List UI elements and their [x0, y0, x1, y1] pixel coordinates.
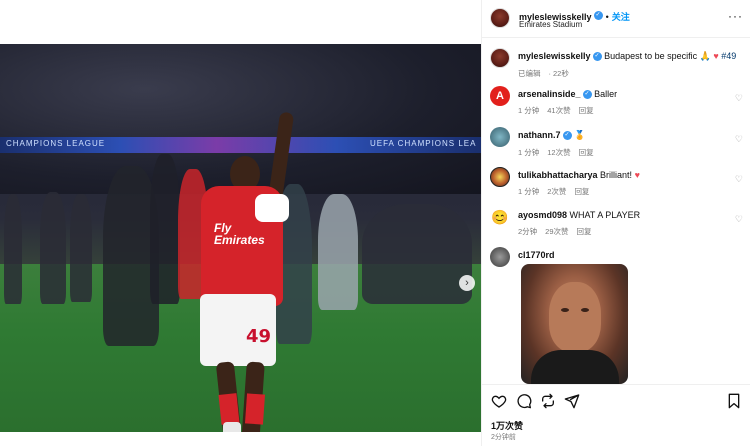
background-person — [318, 194, 358, 310]
carousel-next-button[interactable]: › — [459, 275, 475, 291]
player-sock — [244, 393, 266, 425]
repost-icon[interactable] — [540, 393, 556, 409]
comment-username[interactable]: arsenalinside_ — [518, 89, 581, 99]
comment-meta: 1 分钟 12次赞 回复 — [518, 147, 745, 158]
background-person — [4, 194, 22, 304]
comment-text: 🏅 — [574, 130, 586, 140]
comment-username[interactable]: nathann.7 — [518, 130, 561, 140]
comment-body: nathann.7 ✓ 🏅 1 分钟 12次赞 回复 — [518, 130, 745, 158]
background-person — [70, 194, 92, 302]
like-comment-icon[interactable]: ♡ — [735, 174, 743, 185]
caption-time: 22秒 — [553, 69, 569, 78]
comment-body: ayosmd098 WHAT A PLAYER 2分钟 29次赞 回复 — [518, 210, 745, 237]
reply-button[interactable]: 回复 — [574, 187, 589, 196]
likes-count[interactable]: 1万次赞 — [491, 419, 523, 432]
player-boot — [223, 422, 241, 432]
crowd-group — [362, 204, 472, 304]
comment-username[interactable]: cl1770rd — [518, 250, 555, 260]
location-link[interactable]: Emirates Stadium — [519, 20, 582, 29]
caption-meta: 已编辑 · 22秒 — [518, 68, 745, 79]
caption-username[interactable]: myleslewisskelly — [518, 51, 591, 61]
post-time: 2分钟前 — [491, 434, 516, 441]
comment-time: 1 分钟 — [518, 148, 540, 157]
like-heart-icon[interactable] — [491, 393, 507, 409]
comment-text-line: cl1770rd — [518, 250, 745, 260]
action-bar: 1万次赞 2分钟前 — [482, 384, 750, 446]
comment-body: tulikabhattacharya Brilliant! ♥ 1 分钟 2次赞回… — [518, 170, 745, 197]
commenter-avatar[interactable]: 😊 — [490, 207, 510, 227]
comment-meta: 1 分钟 41次赞 回复 — [518, 105, 745, 116]
comment-text-line: arsenalinside_ ✓ Baller — [518, 89, 745, 100]
gif-shirt — [531, 350, 619, 384]
share-send-icon[interactable] — [564, 393, 580, 409]
shirt-sponsor: Fly Emirates — [214, 221, 265, 247]
like-comment-icon[interactable]: ♡ — [735, 134, 743, 145]
commenter-avatar[interactable] — [490, 167, 510, 187]
separator-dot: • — [605, 12, 609, 22]
caption-avatar[interactable] — [490, 48, 510, 68]
comment-username[interactable]: tulikabhattacharya — [518, 170, 598, 180]
like-comment-icon[interactable]: ♡ — [735, 214, 743, 225]
comment-text-line: nathann.7 ✓ 🏅 — [518, 130, 745, 141]
commenter-avatar[interactable] — [490, 127, 510, 147]
caption-text: Budapest to be specific — [604, 51, 698, 61]
like-comment-icon[interactable]: ♡ — [735, 93, 743, 104]
comment-text-line: ayosmd098 WHAT A PLAYER — [518, 210, 745, 220]
media-bottom-margin — [0, 432, 481, 446]
comment-time: 1 分钟 — [518, 187, 540, 196]
comment-time: 1 分钟 — [518, 106, 540, 116]
comment-text: WHAT A PLAYER — [569, 210, 641, 220]
verified-icon: ✓ — [592, 52, 602, 62]
verified-icon: ✓ — [582, 90, 592, 100]
reply-button[interactable]: 回复 — [579, 106, 594, 115]
comment-body: arsenalinside_ ✓ Baller 1 分钟 41次赞 回复 — [518, 89, 745, 116]
caption-text-line: myleslewisskelly ✓ Budapest to be specifi… — [518, 51, 745, 62]
media-top-margin — [0, 0, 481, 44]
edited-label: 已编辑 — [518, 69, 541, 78]
commenter-avatar[interactable] — [490, 247, 510, 267]
commenter-avatar[interactable]: A — [490, 86, 510, 106]
post-media-panel: CHAMPIONS LEAGUE UEFA CHAMPIONS LEA Fly E… — [0, 0, 481, 446]
comment-text-line: tulikabhattacharya Brilliant! ♥ — [518, 170, 745, 180]
more-options-button[interactable]: ··· — [728, 9, 743, 23]
ad-board-text-left: CHAMPIONS LEAGUE — [6, 139, 106, 148]
comment-body: cl1770rd — [518, 250, 745, 260]
save-bookmark-icon[interactable] — [727, 393, 741, 409]
heart-emoji: ♥ — [713, 51, 719, 61]
reply-button[interactable]: 回复 — [577, 227, 592, 236]
player-sleeve — [255, 194, 289, 222]
follow-button[interactable]: 关注 — [612, 12, 630, 22]
comment-likes[interactable]: 2次赞 — [547, 187, 566, 196]
gif-reply-image[interactable] — [521, 264, 628, 384]
caption-body: myleslewisskelly ✓ Budapest to be specifi… — [518, 51, 745, 79]
gif-eye — [561, 308, 569, 312]
camera-operator — [150, 154, 180, 304]
post-header: myleslewisskelly ✓ • 关注 Emirates Stadium ··… — [482, 0, 750, 38]
comment-bubble-icon[interactable] — [516, 393, 532, 409]
pray-emoji: 🙏 — [699, 51, 711, 61]
comment-likes[interactable]: 12次赞 — [547, 148, 570, 157]
comment-time: 2分钟 — [518, 227, 538, 236]
post-photo[interactable]: CHAMPIONS LEAGUE UEFA CHAMPIONS LEA Fly E… — [0, 44, 481, 432]
background-person — [40, 192, 66, 304]
comment-username[interactable]: ayosmd098 — [518, 210, 567, 220]
comment-likes[interactable]: 41次赞 — [547, 106, 570, 115]
shorts-number: 49 — [246, 326, 272, 347]
gif-eye — [581, 308, 589, 312]
ad-board-text-right: UEFA CHAMPIONS LEA — [370, 139, 477, 148]
comment-likes[interactable]: 29次赞 — [545, 227, 568, 236]
comment-meta: 2分钟 29次赞 回复 — [518, 226, 745, 237]
comment-text: Baller — [594, 89, 618, 99]
verified-icon: ✓ — [562, 131, 572, 141]
hashtag-link[interactable]: #49 — [721, 51, 736, 61]
player-sock — [218, 393, 240, 425]
reply-button[interactable]: 回复 — [579, 148, 594, 157]
author-avatar[interactable] — [490, 8, 510, 28]
comment-meta: 1 分钟 2次赞 回复 — [518, 186, 745, 197]
comment-text: Brilliant! — [600, 170, 633, 180]
verified-icon: ✓ — [593, 11, 603, 21]
heart-emoji: ♥ — [634, 170, 640, 180]
meta-dot: · — [548, 69, 552, 78]
gif-face — [549, 282, 601, 352]
